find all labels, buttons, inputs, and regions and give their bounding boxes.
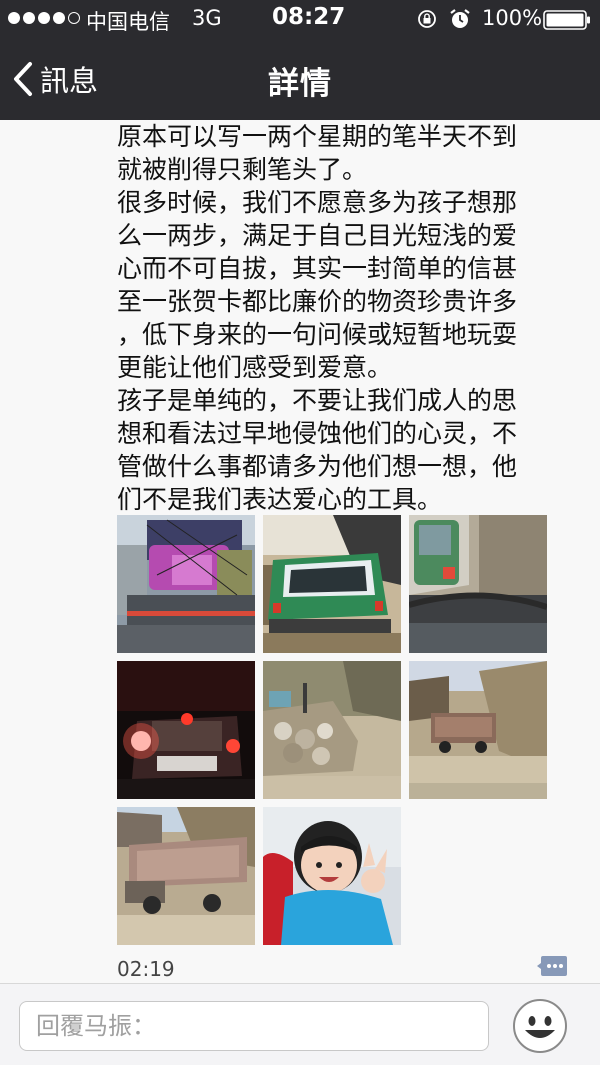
reply-bar bbox=[0, 983, 600, 1065]
rock-rubble-photo bbox=[263, 661, 401, 799]
post-photo-2[interactable] bbox=[263, 515, 401, 653]
post-text-line: 就被削得只剩笔头了。 bbox=[117, 155, 368, 184]
emoji-smiley-icon[interactable] bbox=[512, 998, 568, 1054]
post-paragraph: 孩子是单纯的，不要让我们成人的思 想和看法过早地侵蚀他们的心灵，不 管做什么事都… bbox=[117, 384, 547, 516]
post-paragraph: 很多时候，我们不愿意多为孩子想那 么一两步，满足于自己目光短浅的爱 心而不可自拔… bbox=[117, 186, 547, 384]
post-text-line: 很多时候，我们不愿意多为孩子想那 bbox=[117, 188, 518, 217]
post-text-line: 们不是我们表达爱心的工具。 bbox=[117, 485, 443, 514]
post-text-line: 么一两步，满足于自己目光短浅的爱 bbox=[117, 221, 518, 250]
post-detail: 原本可以写一两个星期的笔半天不到 就被削得只剩笔头了。 很多时候，我们不愿意多为… bbox=[0, 120, 600, 983]
green-van-photo bbox=[263, 515, 401, 653]
status-time: 08:27 bbox=[272, 4, 346, 30]
post-text-line: 至一张贺卡都比廉价的物资珍贵许多 bbox=[117, 287, 518, 316]
post-photo-3[interactable] bbox=[409, 515, 547, 653]
car-taillights-road-photo bbox=[409, 515, 547, 653]
dump-truck-photo bbox=[117, 807, 255, 945]
post-photo-5[interactable] bbox=[263, 661, 401, 799]
navigation-bar: 訊息 詳情 bbox=[0, 38, 600, 120]
status-bar: 中国电信 3G 08:27 100% bbox=[0, 0, 600, 38]
post-paragraph: 原本可以写一两个星期的笔半天不到 就被削得只剩笔头了。 bbox=[117, 120, 547, 186]
child-peace-sign-photo bbox=[263, 807, 401, 945]
post-photo-1[interactable] bbox=[117, 515, 255, 653]
post-text-line: 管做什么事都请多为他们想一想，他 bbox=[117, 452, 518, 481]
rotation-lock-icon bbox=[418, 10, 436, 28]
truck-dirt-road-photo bbox=[409, 661, 547, 799]
signal-strength-icon bbox=[8, 12, 80, 24]
alarm-clock-icon bbox=[450, 9, 470, 28]
network-type: 3G bbox=[192, 6, 222, 30]
reply-input[interactable] bbox=[19, 1001, 489, 1051]
carrier-name: 中国电信 bbox=[86, 10, 170, 34]
post-text-line: 想和看法过早地侵蚀他们的心灵，不 bbox=[117, 419, 518, 448]
night-car-lights-photo bbox=[117, 661, 255, 799]
truck-loaded-cargo-photo bbox=[117, 515, 255, 653]
post-photo-7[interactable] bbox=[117, 807, 255, 945]
battery-percent: 100% bbox=[482, 6, 543, 30]
post-photo-6[interactable] bbox=[409, 661, 547, 799]
comment-bubble-icon[interactable] bbox=[537, 954, 569, 980]
page-title: 詳情 bbox=[268, 66, 332, 102]
post-photo-4[interactable] bbox=[117, 661, 255, 799]
post-text-line: 孩子是单纯的，不要让我们成人的思 bbox=[117, 386, 518, 415]
post-timestamp: 02:19 bbox=[117, 957, 175, 981]
post-text-line: 心而不可自拔，其实一封简单的信甚 bbox=[117, 254, 518, 283]
post-text-line: 更能让他们感受到爱意。 bbox=[117, 353, 393, 382]
battery-icon bbox=[543, 10, 590, 30]
post-text-line: 原本可以写一两个星期的笔半天不到 bbox=[117, 122, 518, 151]
post-photo-8[interactable] bbox=[263, 807, 401, 945]
post-text-line: ，低下身来的一句问候或短暂地玩耍 bbox=[117, 320, 518, 349]
